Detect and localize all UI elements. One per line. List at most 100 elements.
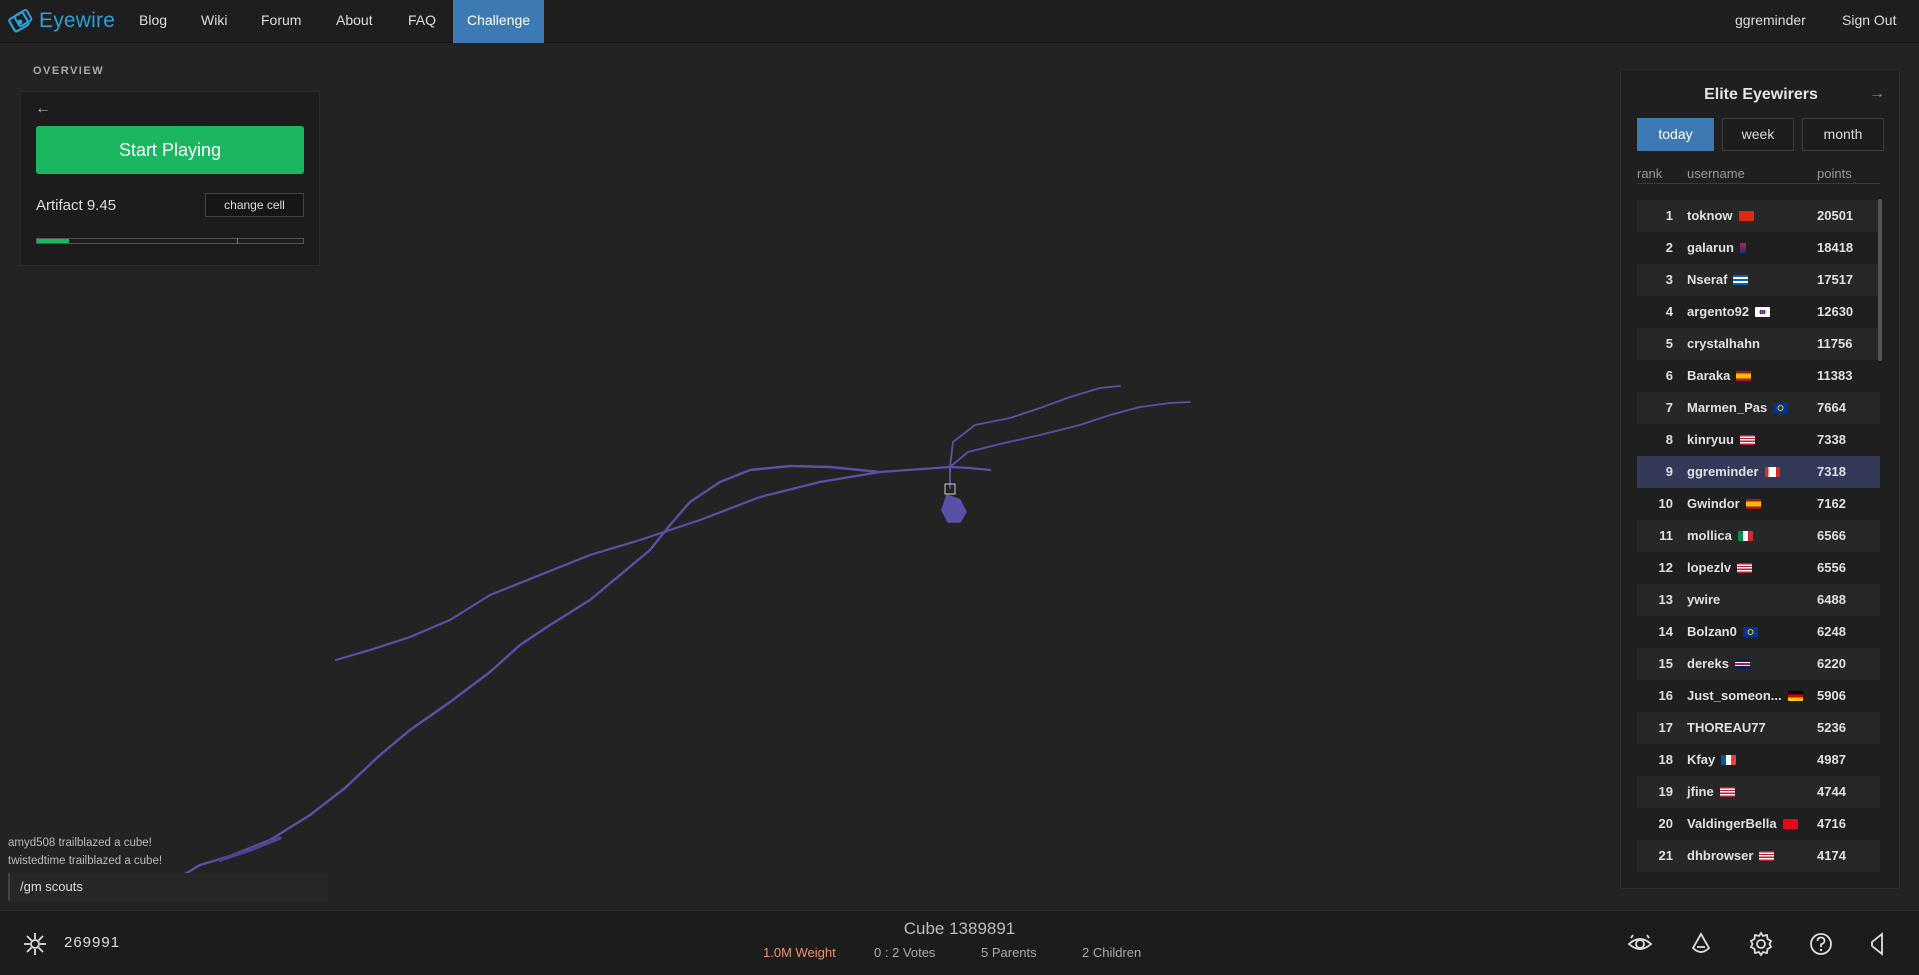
nav-wiki[interactable]: Wiki bbox=[187, 0, 241, 43]
nav-blog[interactable]: Blog bbox=[125, 0, 181, 43]
username-cell[interactable]: ggreminder bbox=[1687, 456, 1780, 488]
leaderboard-row[interactable]: 8 kinryuu 7338 bbox=[1637, 424, 1880, 456]
cube-children[interactable]: 2 Children bbox=[1082, 945, 1141, 960]
leaderboard-row[interactable]: 6 Baraka 11383 bbox=[1637, 360, 1880, 392]
eye-icon[interactable] bbox=[1627, 931, 1653, 957]
sound-icon[interactable] bbox=[1864, 931, 1890, 957]
rank-cell: 1 bbox=[1665, 208, 1673, 223]
bottom-bar: 269991 Cube 1389891 1.0M Weight 0 : 2 Vo… bbox=[0, 910, 1919, 975]
username-cell[interactable]: Marmen_Pas bbox=[1687, 392, 1789, 424]
username-cell[interactable]: mollica bbox=[1687, 520, 1753, 552]
rank-cell: 14 bbox=[1658, 624, 1673, 639]
username-cell[interactable]: THOREAU77 bbox=[1687, 712, 1766, 744]
points-cell: 6248 bbox=[1817, 624, 1846, 639]
leaderboard-row[interactable]: 4 argento92 12630 bbox=[1637, 296, 1880, 328]
change-cell-button[interactable]: change cell bbox=[205, 193, 304, 217]
username-text: jfine bbox=[1687, 784, 1714, 799]
leaderboard-row[interactable]: 5 crystalhahn 11756 bbox=[1637, 328, 1880, 360]
username-text: mollica bbox=[1687, 528, 1732, 543]
username-cell[interactable]: Kfay bbox=[1687, 744, 1737, 776]
rank-cell: 8 bbox=[1665, 432, 1673, 447]
username-text: dhbrowser bbox=[1687, 848, 1754, 863]
points-cell: 7338 bbox=[1817, 432, 1846, 447]
username-cell[interactable]: Nseraf bbox=[1687, 264, 1749, 296]
username-cell[interactable]: ywire bbox=[1687, 584, 1720, 616]
username-cell[interactable]: dereks bbox=[1687, 648, 1750, 680]
username-cell[interactable]: Just_someon... bbox=[1687, 680, 1803, 712]
top-nav: Eyewire Blog Wiki Forum About FAQ Challe… bbox=[0, 0, 1919, 43]
leaderboard-row[interactable]: 18 Kfay 4987 bbox=[1637, 744, 1880, 776]
leaderboard-row[interactable]: 9 ggreminder 7318 bbox=[1637, 456, 1880, 488]
username-text: lopezlv bbox=[1687, 560, 1732, 575]
nav-faq[interactable]: FAQ bbox=[394, 0, 450, 43]
leaderboard-row[interactable]: 20 ValdingerBella 4716 bbox=[1637, 808, 1880, 840]
country-flag-icon bbox=[1736, 371, 1752, 381]
chat-feed: amyd508 trailblazed a cube! twistedtime … bbox=[8, 834, 162, 870]
username-text: toknow bbox=[1687, 208, 1733, 223]
username-cell[interactable]: Bolzan0 bbox=[1687, 616, 1758, 648]
cube-weight: 1.0M Weight bbox=[763, 945, 836, 960]
username-text: ggreminder bbox=[1687, 464, 1759, 479]
nav-about[interactable]: About bbox=[322, 0, 387, 43]
leaderboard-row[interactable]: 3 Nseraf 17517 bbox=[1637, 264, 1880, 296]
leaderboard-row[interactable]: 16 Just_someon... 5906 bbox=[1637, 680, 1880, 712]
username-cell[interactable]: kinryuu bbox=[1687, 424, 1755, 456]
neuron-soma bbox=[941, 494, 967, 523]
leaderboard-row[interactable]: 10 Gwindor 7162 bbox=[1637, 488, 1880, 520]
leaderboard-row[interactable]: 2 galarun 18418 bbox=[1637, 232, 1880, 264]
leaderboard-scrollbar[interactable] bbox=[1878, 199, 1882, 361]
drop-icon[interactable] bbox=[1688, 931, 1714, 957]
cell-progress-fill bbox=[37, 239, 69, 243]
leaderboard-row[interactable]: 13 ywire 6488 bbox=[1637, 584, 1880, 616]
neuron-3d-view[interactable] bbox=[160, 370, 1200, 880]
username-cell[interactable]: lopezlv bbox=[1687, 552, 1753, 584]
username-cell[interactable]: ValdingerBella bbox=[1687, 808, 1798, 840]
username-cell[interactable]: argento92 bbox=[1687, 296, 1771, 328]
country-flag-icon bbox=[1742, 627, 1758, 637]
username-text: argento92 bbox=[1687, 304, 1750, 319]
username-cell[interactable]: jfine bbox=[1687, 776, 1735, 808]
leaderboard-row[interactable]: 21 dhbrowser 4174 bbox=[1637, 840, 1880, 872]
leaderboard-row[interactable]: 12 lopezlv 6556 bbox=[1637, 552, 1880, 584]
tab-today[interactable]: today bbox=[1637, 118, 1714, 151]
username-text: kinryuu bbox=[1687, 432, 1734, 447]
username-text: THOREAU77 bbox=[1687, 720, 1766, 735]
gear-icon[interactable] bbox=[1748, 931, 1774, 957]
header-divider bbox=[1637, 183, 1880, 184]
username-cell[interactable]: dhbrowser bbox=[1687, 840, 1775, 872]
leaderboard-row[interactable]: 19 jfine 4744 bbox=[1637, 776, 1880, 808]
chat-input[interactable]: /gm scouts bbox=[8, 873, 328, 901]
username-cell[interactable]: Gwindor bbox=[1687, 488, 1761, 520]
leaderboard-row[interactable]: 14 Bolzan0 6248 bbox=[1637, 616, 1880, 648]
username-text: ywire bbox=[1687, 592, 1721, 607]
username-cell[interactable]: Baraka bbox=[1687, 360, 1752, 392]
next-arrow-icon[interactable]: → bbox=[1869, 85, 1885, 103]
username-cell[interactable]: crystalhahn bbox=[1687, 328, 1760, 360]
tab-week[interactable]: week bbox=[1722, 118, 1794, 151]
cube-parents[interactable]: 5 Parents bbox=[981, 945, 1037, 960]
leaderboard-row[interactable]: 15 dereks 6220 bbox=[1637, 648, 1880, 680]
help-icon[interactable] bbox=[1808, 931, 1834, 957]
start-playing-button[interactable]: Start Playing bbox=[36, 126, 304, 174]
points-cell: 7318 bbox=[1817, 464, 1846, 479]
rank-cell: 12 bbox=[1658, 560, 1673, 575]
points-cell: 7162 bbox=[1817, 496, 1846, 511]
username-cell[interactable]: toknow bbox=[1687, 200, 1754, 232]
rank-cell: 19 bbox=[1658, 784, 1673, 799]
leaderboard-row[interactable]: 11 mollica 6566 bbox=[1637, 520, 1880, 552]
eyewire-logo[interactable]: Eyewire bbox=[8, 7, 115, 35]
country-flag-icon bbox=[1719, 787, 1735, 797]
leaderboard-row[interactable]: 17 THOREAU77 5236 bbox=[1637, 712, 1880, 744]
username-cell[interactable]: galarun bbox=[1687, 232, 1746, 264]
country-flag-icon bbox=[1737, 563, 1753, 573]
back-arrow-icon[interactable]: ← bbox=[35, 100, 51, 118]
sign-out-link[interactable]: Sign Out bbox=[1842, 0, 1896, 43]
nav-challenge[interactable]: Challenge bbox=[453, 0, 544, 43]
rank-cell: 20 bbox=[1658, 816, 1673, 831]
nav-forum[interactable]: Forum bbox=[247, 0, 315, 43]
leaderboard-row[interactable]: 7 Marmen_Pas 7664 bbox=[1637, 392, 1880, 424]
leaderboard-row[interactable]: 1 toknow 20501 bbox=[1637, 200, 1880, 232]
country-flag-icon bbox=[1721, 755, 1737, 765]
username-link[interactable]: ggreminder bbox=[1735, 0, 1806, 43]
tab-month[interactable]: month bbox=[1802, 118, 1884, 151]
